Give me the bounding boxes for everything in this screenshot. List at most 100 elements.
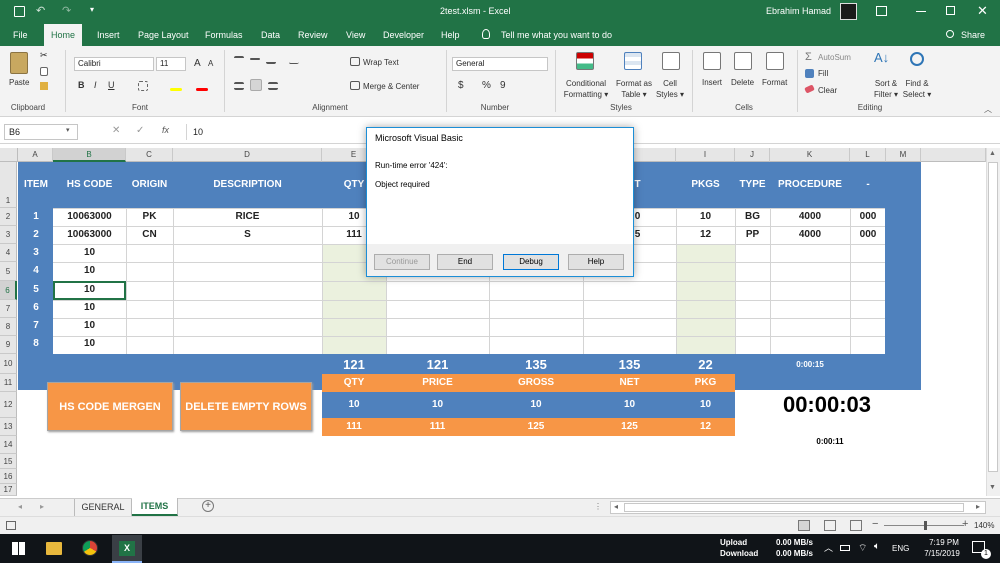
tab-split-handle[interactable]: ⋮ (594, 502, 602, 511)
language-indicator[interactable]: ENG (892, 544, 909, 553)
page-layout-view-icon[interactable] (824, 520, 836, 531)
next-sheet-icon[interactable]: ▸ (40, 502, 44, 511)
cell-a5[interactable]: 4 (18, 265, 54, 276)
cell-a9[interactable]: 8 (18, 338, 54, 349)
format-cells-button[interactable]: Format (762, 78, 787, 87)
zoom-slider-thumb[interactable] (924, 521, 927, 530)
row-header-8[interactable]: 8 (0, 318, 17, 336)
end-button[interactable]: End (437, 254, 493, 270)
format-as-table-button[interactable]: Format as Table ▾ (612, 78, 656, 100)
cell-c2[interactable]: PK (126, 211, 173, 222)
total-gross[interactable]: 135 (489, 357, 583, 372)
total-price[interactable]: 121 (386, 357, 489, 372)
tab-developer[interactable]: Developer (376, 24, 431, 46)
debug-button[interactable]: Debug (503, 254, 559, 270)
tab-file[interactable]: File (6, 24, 35, 46)
font-name-select[interactable]: Calibri (74, 57, 154, 71)
cell-b2[interactable]: 10063000 (53, 211, 126, 222)
column-header-d[interactable]: D (173, 148, 322, 162)
timer-k10[interactable]: 0:00:15 (770, 360, 850, 369)
row-header-4[interactable]: 4 (0, 244, 17, 262)
cell-a7[interactable]: 6 (18, 302, 54, 313)
chrome-icon[interactable] (82, 540, 98, 556)
collapse-ribbon-icon[interactable]: ︿ (984, 104, 992, 115)
row-header-17[interactable]: 17 (0, 484, 17, 496)
fill-color-icon[interactable] (170, 88, 182, 91)
cell-b8[interactable]: 10 (53, 320, 126, 331)
cell-b3[interactable]: 10063000 (53, 229, 126, 240)
currency-button[interactable]: $ (458, 80, 464, 91)
battery-icon[interactable] (840, 545, 850, 551)
continue-button[interactable]: Continue (374, 254, 430, 270)
cell-j2[interactable]: BG (735, 211, 770, 222)
tab-home[interactable]: Home (44, 24, 83, 46)
cell-a8[interactable]: 7 (18, 320, 54, 331)
close-icon[interactable]: ✕ (977, 3, 988, 19)
macro-record-icon[interactable] (6, 521, 16, 530)
row-header-15[interactable]: 15 (0, 454, 17, 469)
summary-row2-price[interactable]: 111 (386, 421, 489, 432)
row-header-2[interactable]: 2 (0, 208, 17, 226)
summary-row1-gross[interactable]: 10 (489, 399, 583, 410)
cell-k2[interactable]: 4000 (770, 211, 850, 222)
middle-align-icon[interactable] (250, 58, 260, 60)
summary-row1-price[interactable]: 10 (386, 399, 489, 410)
cell-d3[interactable]: S (173, 229, 322, 240)
file-explorer-icon[interactable] (46, 542, 62, 555)
new-sheet-icon[interactable]: + (202, 500, 214, 512)
user-name[interactable]: Ebrahim Hamad (766, 6, 831, 16)
cell-b9[interactable]: 10 (53, 338, 126, 349)
row-header-14[interactable]: 14 (0, 436, 17, 454)
tell-me-search[interactable]: Tell me what you want to do (494, 24, 619, 46)
scroll-right-icon[interactable]: ▸ (976, 502, 980, 511)
minimize-icon[interactable] (916, 11, 926, 12)
column-header-j[interactable]: J (735, 148, 770, 162)
cell-b7[interactable]: 10 (53, 302, 126, 313)
sheet-tab-general[interactable]: GENERAL (74, 499, 132, 516)
borders-icon[interactable] (138, 81, 148, 91)
total-qty[interactable]: 121 (322, 357, 386, 372)
zoom-level[interactable]: 140% (974, 521, 994, 530)
summary-row2-pkg[interactable]: 12 (676, 421, 735, 432)
row-header-9[interactable]: 9 (0, 336, 17, 354)
summary-row2-gross[interactable]: 125 (489, 421, 583, 432)
restore-icon[interactable] (946, 6, 955, 15)
column-header-b[interactable]: B (53, 148, 126, 162)
cell-c3[interactable]: CN (126, 229, 173, 240)
number-format-select[interactable]: General (452, 57, 548, 71)
total-pkg[interactable]: 22 (676, 357, 735, 372)
column-header-c[interactable]: C (126, 148, 173, 162)
summary-row1-qty[interactable]: 10 (322, 399, 386, 410)
customize-qat-icon[interactable]: ▾ (90, 5, 94, 14)
row-header-10[interactable]: 10 (0, 354, 17, 374)
volume-icon[interactable]: 🔈︎ (874, 541, 880, 552)
cell-a6[interactable]: 5 (18, 284, 54, 295)
horizontal-scroll-thumb[interactable] (624, 503, 964, 512)
cell-i2[interactable]: 10 (676, 211, 735, 222)
cancel-entry-icon[interactable]: ✕ (112, 125, 120, 136)
summary-row2-qty[interactable]: 111 (322, 421, 386, 432)
cell-d2[interactable]: RICE (173, 211, 322, 222)
cell-a4[interactable]: 3 (18, 247, 54, 258)
tab-data[interactable]: Data (254, 24, 287, 46)
avatar[interactable] (840, 3, 857, 20)
cut-icon[interactable]: ✂ (40, 50, 48, 61)
font-size-select[interactable]: 11 (156, 57, 186, 71)
wrap-text-button[interactable]: Wrap Text (363, 58, 399, 67)
row-header-3[interactable]: 3 (0, 226, 17, 244)
help-button[interactable]: Help (568, 254, 624, 270)
cell-j3[interactable]: PP (735, 229, 770, 240)
column-header-m[interactable]: M (886, 148, 921, 162)
percent-button[interactable]: % (482, 80, 491, 91)
grow-font-button[interactable]: A (194, 58, 201, 69)
column-header-a[interactable]: A (18, 148, 53, 162)
cell-styles-button[interactable]: Cell Styles ▾ (653, 78, 687, 100)
scroll-down-icon[interactable]: ▼ (989, 484, 996, 491)
copy-icon[interactable] (40, 67, 48, 76)
normal-view-icon[interactable] (798, 520, 810, 531)
comma-button[interactable]: 9 (500, 80, 506, 91)
cell-a3[interactable]: 2 (18, 229, 54, 240)
cell-i3[interactable]: 12 (676, 229, 735, 240)
bold-button[interactable]: B (78, 80, 85, 90)
save-icon[interactable] (14, 6, 25, 17)
